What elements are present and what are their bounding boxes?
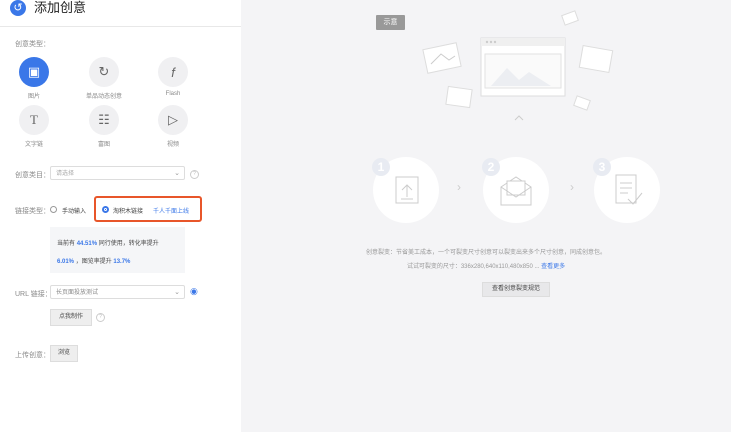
tip-mid: ，图览率提升 — [75, 259, 112, 265]
type-text-label: 文字链 — [24, 142, 43, 148]
radio-manual[interactable] — [50, 206, 57, 213]
url-label: URL 链接： — [15, 291, 52, 298]
step-1-number: 1 — [372, 158, 390, 176]
help-icon[interactable]: ? — [96, 313, 105, 322]
step-2-number: 2 — [482, 158, 500, 176]
header: ↺ 添加创意 — [0, 0, 241, 27]
new-feature-badge: 千人千面上线 — [153, 209, 190, 215]
page-title: 添加创意 — [34, 0, 87, 15]
browse-button[interactable]: 浏览 — [50, 345, 78, 362]
tip-value-3: 13.7% — [113, 259, 131, 265]
radio-jimu[interactable] — [102, 206, 109, 213]
type-dynamic[interactable]: ↻ 单品动态创意 — [79, 57, 129, 100]
type-dynamic-label: 单品动态创意 — [85, 94, 122, 100]
radio-manual-label[interactable]: 手动输入 — [62, 206, 86, 215]
category-select[interactable]: 请选择 ⌄ — [50, 166, 185, 180]
rich-media-icon: ☷ — [89, 105, 119, 135]
view-more-link[interactable]: 查看更多 — [541, 264, 565, 270]
image-icon: ▣ — [19, 57, 49, 87]
category-label: 创意类目： — [15, 172, 50, 179]
type-flash[interactable]: f Flash — [148, 57, 198, 97]
type-rich-label: 富图 — [97, 142, 110, 148]
tip-box: 当前有 44.51% 同行使用，转化率提升 6.01% ，图览率提升 13.7% — [50, 227, 185, 273]
type-video[interactable]: ▷ 视频 — [148, 105, 198, 148]
link-type-label: 链接类型： — [15, 208, 50, 215]
tip-suffix: 同行使用，转化率提升 — [98, 241, 159, 247]
radio-jimu-label[interactable]: 淘积木链接 — [113, 206, 143, 215]
tip-value-2: 6.01% — [57, 259, 75, 265]
chevron-right-icon: › — [457, 180, 461, 194]
make-button[interactable]: 点我制作 — [50, 309, 92, 326]
type-flash-label: Flash — [165, 91, 181, 97]
description-prefix: 试试可裂变的尺寸：336x280,640x110,480x850 ... — [406, 264, 540, 270]
help-icon[interactable]: ? — [190, 170, 199, 179]
eye-icon[interactable]: ◉ — [190, 287, 198, 296]
sample-tag: 示意 — [376, 15, 405, 30]
illustration-image — [422, 10, 614, 121]
type-image[interactable]: ▣ 图片 — [9, 57, 59, 100]
chevron-down-icon: ⌄ — [174, 170, 180, 177]
upload-label: 上传创意： — [15, 352, 50, 359]
type-rich[interactable]: ☷ 富图 — [79, 105, 129, 148]
chevron-right-icon: › — [570, 180, 574, 194]
view-spec-button[interactable]: 查看创意裂变规范 — [482, 282, 550, 297]
tip-value-1: 44.51% — [76, 241, 98, 247]
type-image-label: 图片 — [27, 94, 40, 100]
flash-icon: f — [158, 57, 188, 87]
play-icon: ▷ — [158, 105, 188, 135]
preview-panel: 示意 1 › 2 › 3 创意裂变：节省美工成本，一个可裂变尺寸创意可以裂变出来… — [241, 0, 731, 432]
back-arrow-icon: ↺ — [13, 2, 23, 14]
step-3-number: 3 — [593, 158, 611, 176]
description-line-2: 试试可裂变的尺寸：336x280,640x110,480x850 ... 查看更… — [241, 261, 731, 270]
refresh-icon: ↻ — [89, 57, 119, 87]
chevron-down-icon: ⌄ — [174, 289, 180, 296]
url-value: 长页面投放测试 — [56, 290, 99, 296]
category-placeholder: 请选择 — [56, 171, 75, 177]
type-video-label: 视频 — [166, 142, 179, 148]
type-text[interactable]: T 文字链 — [9, 105, 59, 148]
back-button[interactable]: ↺ — [10, 0, 26, 16]
creative-type-label: 创意类型： — [15, 41, 50, 48]
tip-line-1: 当前有 44.51% 同行使用，转化率提升 — [57, 238, 159, 247]
tip-prefix: 当前有 — [57, 241, 76, 247]
tip-line-2: 6.01% ，图览率提升 13.7% — [57, 256, 130, 265]
url-select[interactable]: 长页面投放测试 ⌄ — [50, 285, 185, 299]
form-panel: ↺ 添加创意 创意类型： ▣ 图片 ↻ 单品动态创意 f Flash T 文字链… — [0, 0, 241, 432]
text-icon: T — [19, 105, 49, 135]
description-line-1: 创意裂变：节省美工成本，一个可裂变尺寸创意可以裂变出来多个尺寸创意，同成创意包。 — [365, 250, 606, 256]
